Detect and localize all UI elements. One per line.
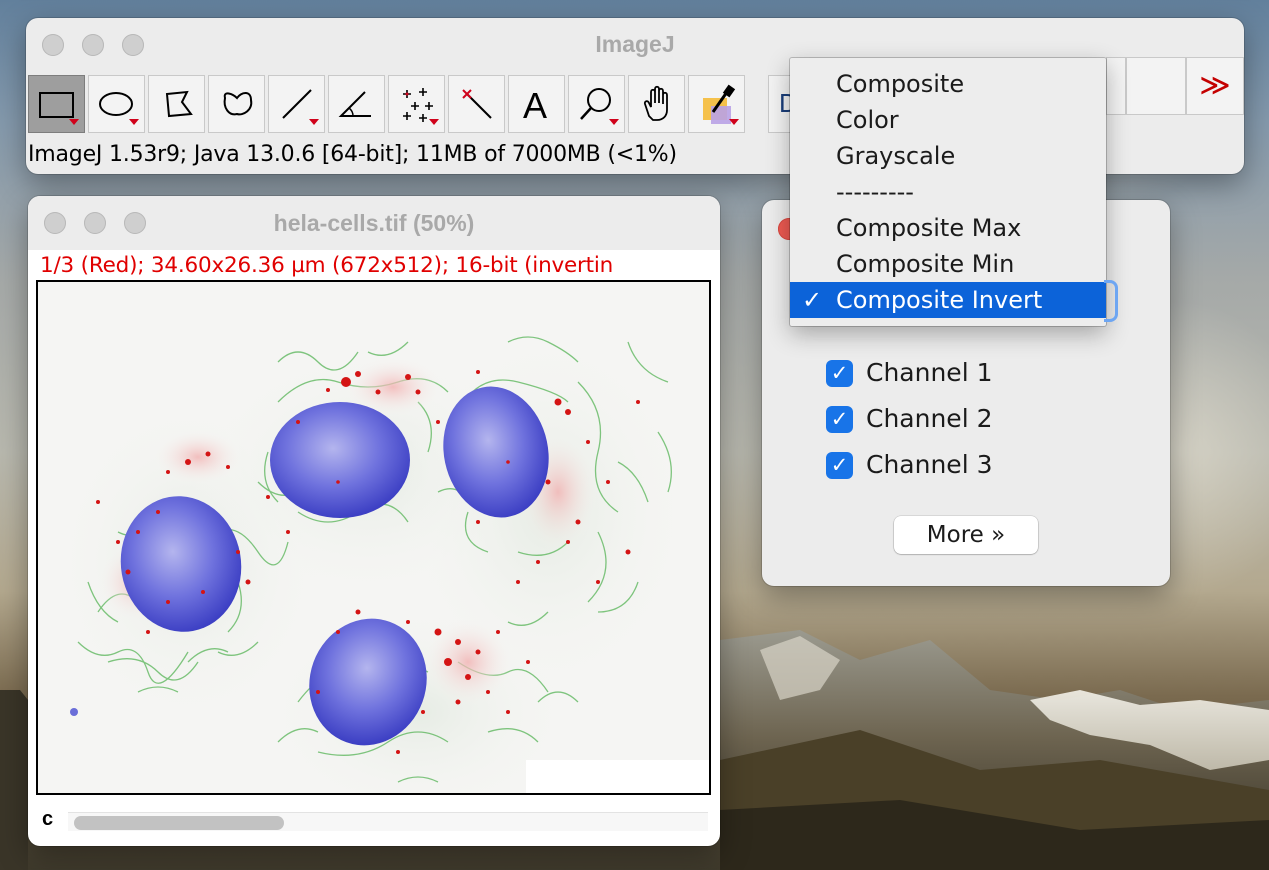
- menu-item-label: Grayscale: [836, 142, 956, 170]
- channel-slider-thumb[interactable]: [74, 816, 284, 830]
- channel-slider-track[interactable]: [68, 812, 708, 831]
- zoom-tool[interactable]: [568, 75, 625, 133]
- channel-2-label: Channel 2: [866, 404, 993, 433]
- line-tool[interactable]: [268, 75, 325, 133]
- toolbar-slot[interactable]: [1106, 57, 1126, 115]
- checkmark-icon: ✓: [802, 286, 823, 314]
- dropdown-arrow-icon: [429, 119, 439, 125]
- angle-tool[interactable]: [328, 75, 385, 133]
- dropdown-arrow-icon: [309, 119, 319, 125]
- magnifier-icon: [580, 88, 611, 120]
- multipoint-icon: [403, 88, 433, 122]
- angle-icon: [338, 91, 371, 117]
- channel-1-label: Channel 1: [866, 358, 993, 387]
- color-picker-tool[interactable]: [688, 75, 745, 133]
- menu-separator-label: ---------: [836, 178, 914, 206]
- rectangle-tool[interactable]: [28, 75, 85, 133]
- channel-slider-label: c: [42, 808, 54, 830]
- channel-1-checkbox[interactable]: ✓: [826, 360, 853, 387]
- menu-item-label: Composite Min: [836, 250, 1015, 278]
- freehand-tool[interactable]: [208, 75, 265, 133]
- hela-cells-image: [38, 282, 709, 793]
- channel-3-label: Channel 3: [866, 450, 993, 479]
- image-window: hela-cells.tif (50%) 1/3 (Red); 34.60x26…: [28, 196, 720, 846]
- image-titlebar: hela-cells.tif (50%): [28, 196, 720, 250]
- menu-item-label: Composite Max: [836, 214, 1022, 242]
- image-window-title: hela-cells.tif (50%): [273, 210, 475, 236]
- toolbar-slot[interactable]: [1126, 57, 1186, 115]
- wand-icon: [462, 89, 492, 119]
- menu-separator: ---------: [790, 174, 1106, 210]
- menu-item-composite-max[interactable]: Composite Max: [790, 210, 1106, 246]
- menu-item-composite-min[interactable]: Composite Min: [790, 246, 1106, 282]
- line-icon: [282, 89, 312, 119]
- text-icon: A: [523, 85, 547, 126]
- menu-item-composite-invert[interactable]: ✓ Composite Invert: [790, 282, 1106, 318]
- more-button[interactable]: More »: [894, 516, 1038, 554]
- image-canvas[interactable]: [36, 280, 711, 795]
- polygon-icon: [165, 90, 193, 118]
- dropdown-arrow-icon: [129, 119, 139, 125]
- display-mode-select-focus[interactable]: [1104, 280, 1118, 322]
- main-window-title: ImageJ: [595, 31, 675, 57]
- oval-icon: [99, 92, 133, 116]
- image-info-line: 1/3 (Red); 34.60x26.36 µm (672x512); 16-…: [40, 253, 614, 278]
- status-line: ImageJ 1.53r9; Java 13.0.6 [64-bit]; 11M…: [28, 142, 677, 167]
- wand-tool[interactable]: [448, 75, 505, 133]
- nucleus: [270, 402, 410, 518]
- dropdown-arrow-icon: [69, 119, 79, 125]
- rectangle-icon: [39, 92, 74, 118]
- polygon-tool[interactable]: [148, 75, 205, 133]
- display-mode-menu: Composite Color Grayscale --------- Comp…: [790, 58, 1106, 326]
- channel-2-checkbox[interactable]: ✓: [826, 406, 853, 433]
- menu-item-grayscale[interactable]: Grayscale: [790, 138, 1106, 174]
- text-tool-glyph: A: [523, 85, 547, 126]
- menu-item-label: Composite Invert: [836, 286, 1043, 314]
- menu-item-label: Composite: [836, 70, 965, 98]
- more-tools-button[interactable]: ≫: [1186, 57, 1244, 115]
- channel-slider: c: [40, 808, 710, 834]
- freehand-icon: [223, 92, 253, 116]
- developer-menu-button[interactable]: D: [768, 75, 792, 133]
- channel-3-checkbox[interactable]: ✓: [826, 452, 853, 479]
- text-tool[interactable]: A: [508, 75, 565, 133]
- multipoint-tool[interactable]: [388, 75, 445, 133]
- dropper-icon: [703, 84, 736, 124]
- menu-item-color[interactable]: Color: [790, 102, 1106, 138]
- dropdown-arrow-icon: [729, 119, 739, 125]
- dropdown-arrow-icon: [609, 119, 619, 125]
- hand-tool[interactable]: [628, 75, 685, 133]
- hand-icon: [643, 85, 668, 121]
- menu-item-composite[interactable]: Composite: [790, 66, 1106, 102]
- menu-item-label: Color: [836, 106, 899, 134]
- oval-tool[interactable]: [88, 75, 145, 133]
